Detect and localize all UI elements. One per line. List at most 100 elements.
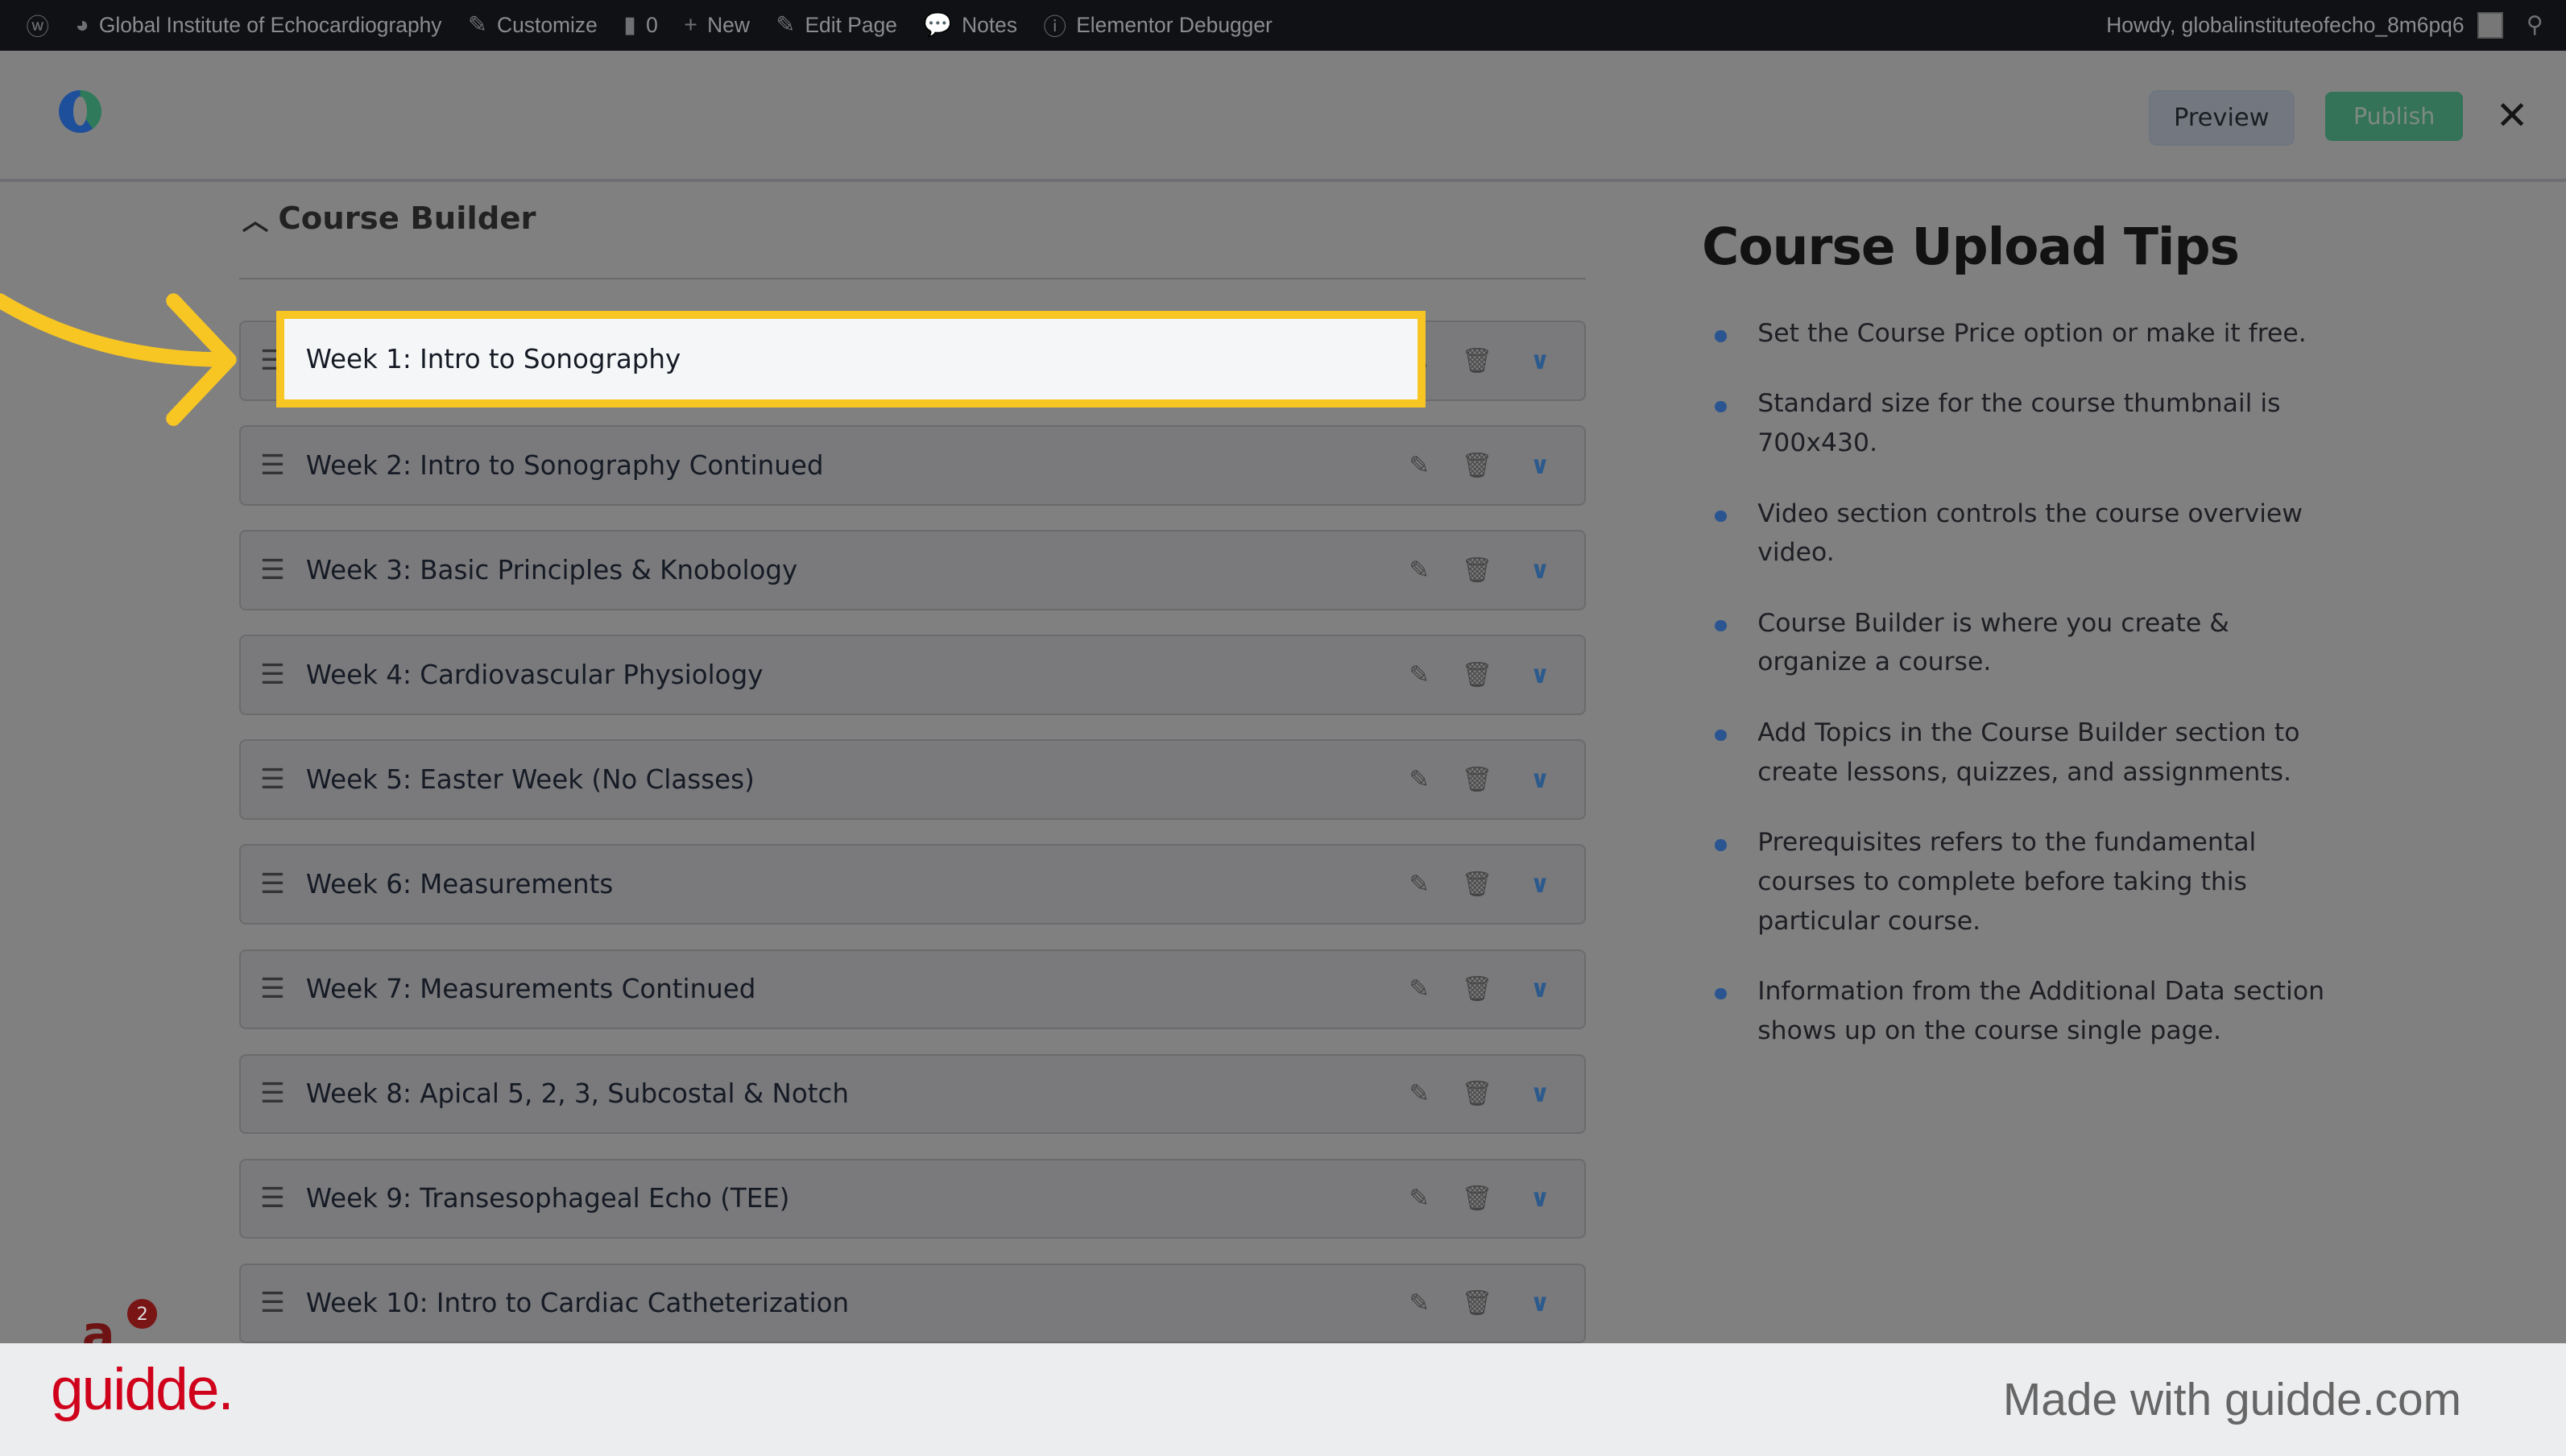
topic-item[interactable]: ☰ Week 3: Basic Principles & Knobology ✎ 🗑 ∨ (238, 530, 1586, 610)
edit-icon[interactable]: ✎ (1409, 556, 1430, 585)
wordpress-icon: ⓦ (26, 14, 49, 40)
edit-icon[interactable]: ✎ (1409, 766, 1430, 794)
site-name-link[interactable]: ◕ Global Institute of Echocardiography (75, 12, 441, 39)
topic-item[interactable]: ☰ Week 8: Apical 5, 2, 3, Subcostal & Not… (238, 1053, 1586, 1135)
publish-button[interactable]: Publish (2325, 91, 2463, 141)
chevron-down-icon[interactable]: ∨ (1530, 556, 1550, 585)
tip-item: Add Topics in the Course Builder section… (1711, 714, 2333, 792)
elementor-debugger-link[interactable]: ⓘ Elementor Debugger (1044, 9, 1273, 42)
drag-handle-icon[interactable]: ☰ (260, 449, 285, 482)
pointer-arrow-icon (0, 293, 237, 427)
topic-item[interactable]: ☰ Week 10: Intro to Cardiac Catheterizati… (238, 1263, 1586, 1344)
new-label: New (707, 12, 750, 37)
customize-label: Customize (497, 12, 598, 37)
howdy-user-link[interactable]: Howdy, globalinstituteofecho_8m6pq6 (2106, 13, 2464, 38)
search-icon[interactable]: ⚲ (2527, 11, 2543, 39)
topic-title: Week 10: Intro to Cardiac Catheterizatio… (305, 1288, 850, 1319)
customize-link[interactable]: ✎ Customize (468, 11, 598, 39)
tip-item: Set the Course Price option or make it f… (1711, 314, 2333, 354)
edit-icon[interactable]: ✎ (1409, 975, 1430, 1003)
edit-page-label: Edit Page (805, 12, 897, 37)
chevron-down-icon[interactable]: ∨ (1530, 766, 1550, 794)
drag-handle-icon[interactable]: ☰ (260, 1182, 285, 1214)
trash-icon[interactable]: 🗑 (1461, 766, 1492, 794)
edit-icon[interactable]: ✎ (1409, 452, 1430, 480)
chevron-down-icon[interactable]: ∨ (1530, 452, 1550, 480)
site-logo[interactable] (59, 89, 101, 133)
trash-icon[interactable]: 🗑 (1461, 1289, 1492, 1317)
brush-icon: ✎ (468, 12, 487, 39)
drag-handle-icon[interactable]: ☰ (260, 763, 285, 796)
made-with-text: Made with guidde.com (2002, 1373, 2461, 1425)
divider (238, 278, 1586, 280)
highlighted-topic-title[interactable]: Week 1: Intro to Sonography (276, 311, 1426, 407)
edit-icon[interactable]: ✎ (1409, 1185, 1430, 1213)
tip-item: Standard size for the course thumbnail i… (1711, 384, 2333, 463)
preview-button[interactable]: Preview (2148, 89, 2295, 146)
chevron-down-icon[interactable]: ∨ (1530, 871, 1550, 899)
topic-item[interactable]: ☰ Week 4: Cardiovascular Physiology ✎ 🗑 ∨ (238, 635, 1586, 715)
chevron-down-icon[interactable]: ∨ (1530, 975, 1550, 1003)
edit-icon[interactable]: ✎ (1409, 1289, 1430, 1317)
site-name-label: Global Institute of Echocardiography (98, 12, 442, 37)
drag-handle-icon[interactable]: ☰ (260, 868, 285, 900)
notes-link[interactable]: 💬 Notes (923, 11, 1017, 39)
notes-label: Notes (962, 12, 1018, 37)
chevron-up-icon: ︿ (242, 205, 269, 236)
notification-badge: 2 (127, 1299, 158, 1329)
topic-title: Week 3: Basic Principles & Knobology (305, 555, 798, 586)
edit-page-link[interactable]: ✎ Edit Page (776, 11, 897, 39)
pencil-icon: ✎ (776, 12, 796, 39)
footer: guidde. Made with guidde.com (0, 1343, 2566, 1456)
topic-item[interactable]: ☰ Week 2: Intro to Sonography Continued ✎ 🗑… (238, 425, 1586, 506)
trash-icon[interactable]: 🗑 (1461, 975, 1492, 1003)
topic-title: Week 4: Cardiovascular Physiology (305, 660, 764, 691)
trash-icon[interactable]: 🗑 (1461, 452, 1492, 480)
edit-icon[interactable]: ✎ (1409, 871, 1430, 899)
info-icon: ⓘ (1043, 14, 1066, 40)
chevron-down-icon[interactable]: ∨ (1530, 1080, 1550, 1108)
trash-icon[interactable]: 🗑 (1461, 1080, 1492, 1108)
editor-header: Preview Publish ✕ (0, 51, 2566, 182)
drag-handle-icon[interactable]: ☰ (260, 554, 285, 586)
topic-item[interactable]: ☰ Week 9: Transesophageal Echo (TEE) ✎ 🗑 ∨ (238, 1158, 1586, 1239)
trash-icon[interactable]: 🗑 (1461, 556, 1492, 585)
topic-item[interactable]: ☰ Week 7: Measurements Continued ✎ 🗑 ∨ (238, 949, 1586, 1030)
topic-item[interactable]: ☰ Week 5: Easter Week (No Classes) ✎ 🗑 ∨ (238, 739, 1586, 820)
tip-item: Information from the Additional Data sec… (1711, 972, 2333, 1051)
drag-handle-icon[interactable]: ☰ (260, 1078, 285, 1110)
edit-icon[interactable]: ✎ (1409, 661, 1430, 689)
screen: ⓦ ◕ Global Institute of Echocardiography … (0, 0, 2566, 1456)
chevron-down-icon[interactable]: ∨ (1530, 1289, 1550, 1317)
wordpress-logo-button[interactable]: ⓦ (27, 9, 49, 42)
comment-icon: ▮ (623, 12, 636, 39)
trash-icon[interactable]: 🗑 (1461, 661, 1492, 689)
tip-item: Prerequisites refers to the fundamental … (1711, 823, 2333, 941)
tips-title: Course Upload Tips (1702, 217, 2240, 277)
user-avatar[interactable] (2477, 12, 2504, 39)
tips-list: Set the Course Price option or make it f… (1711, 314, 2333, 1082)
trash-icon[interactable]: 🗑 (1461, 871, 1492, 899)
chevron-down-icon[interactable]: ∨ (1530, 661, 1550, 689)
topic-title: Week 8: Apical 5, 2, 3, Subcostal & Notc… (305, 1078, 849, 1110)
chevron-down-icon[interactable]: ∨ (1530, 347, 1550, 375)
close-icon[interactable]: ✕ (2496, 93, 2529, 139)
speech-bubble-icon: 💬 (923, 12, 952, 39)
drag-handle-icon[interactable]: ☰ (260, 1287, 285, 1319)
comments-link[interactable]: ▮ 0 (623, 11, 658, 39)
drag-handle-icon[interactable]: ☰ (260, 659, 285, 691)
drag-handle-icon[interactable]: ☰ (260, 973, 285, 1005)
new-link[interactable]: + New (684, 12, 750, 39)
highlighted-topic-label: Week 1: Intro to Sonography (305, 343, 681, 374)
topic-title: Week 2: Intro to Sonography Continued (305, 450, 824, 482)
guidde-logo: guidde. (50, 1357, 234, 1423)
topic-title: Week 7: Measurements Continued (305, 974, 756, 1005)
tip-item: Video section controls the course overvi… (1711, 494, 2333, 573)
course-builder-toggle[interactable]: ︿ Course Builder (242, 200, 536, 238)
course-builder-title: Course Builder (278, 200, 536, 237)
edit-icon[interactable]: ✎ (1409, 1080, 1430, 1108)
trash-icon[interactable]: 🗑 (1461, 347, 1492, 375)
chevron-down-icon[interactable]: ∨ (1530, 1185, 1550, 1213)
trash-icon[interactable]: 🗑 (1461, 1185, 1492, 1213)
topic-item[interactable]: ☰ Week 6: Measurements ✎ 🗑 ∨ (238, 844, 1586, 925)
